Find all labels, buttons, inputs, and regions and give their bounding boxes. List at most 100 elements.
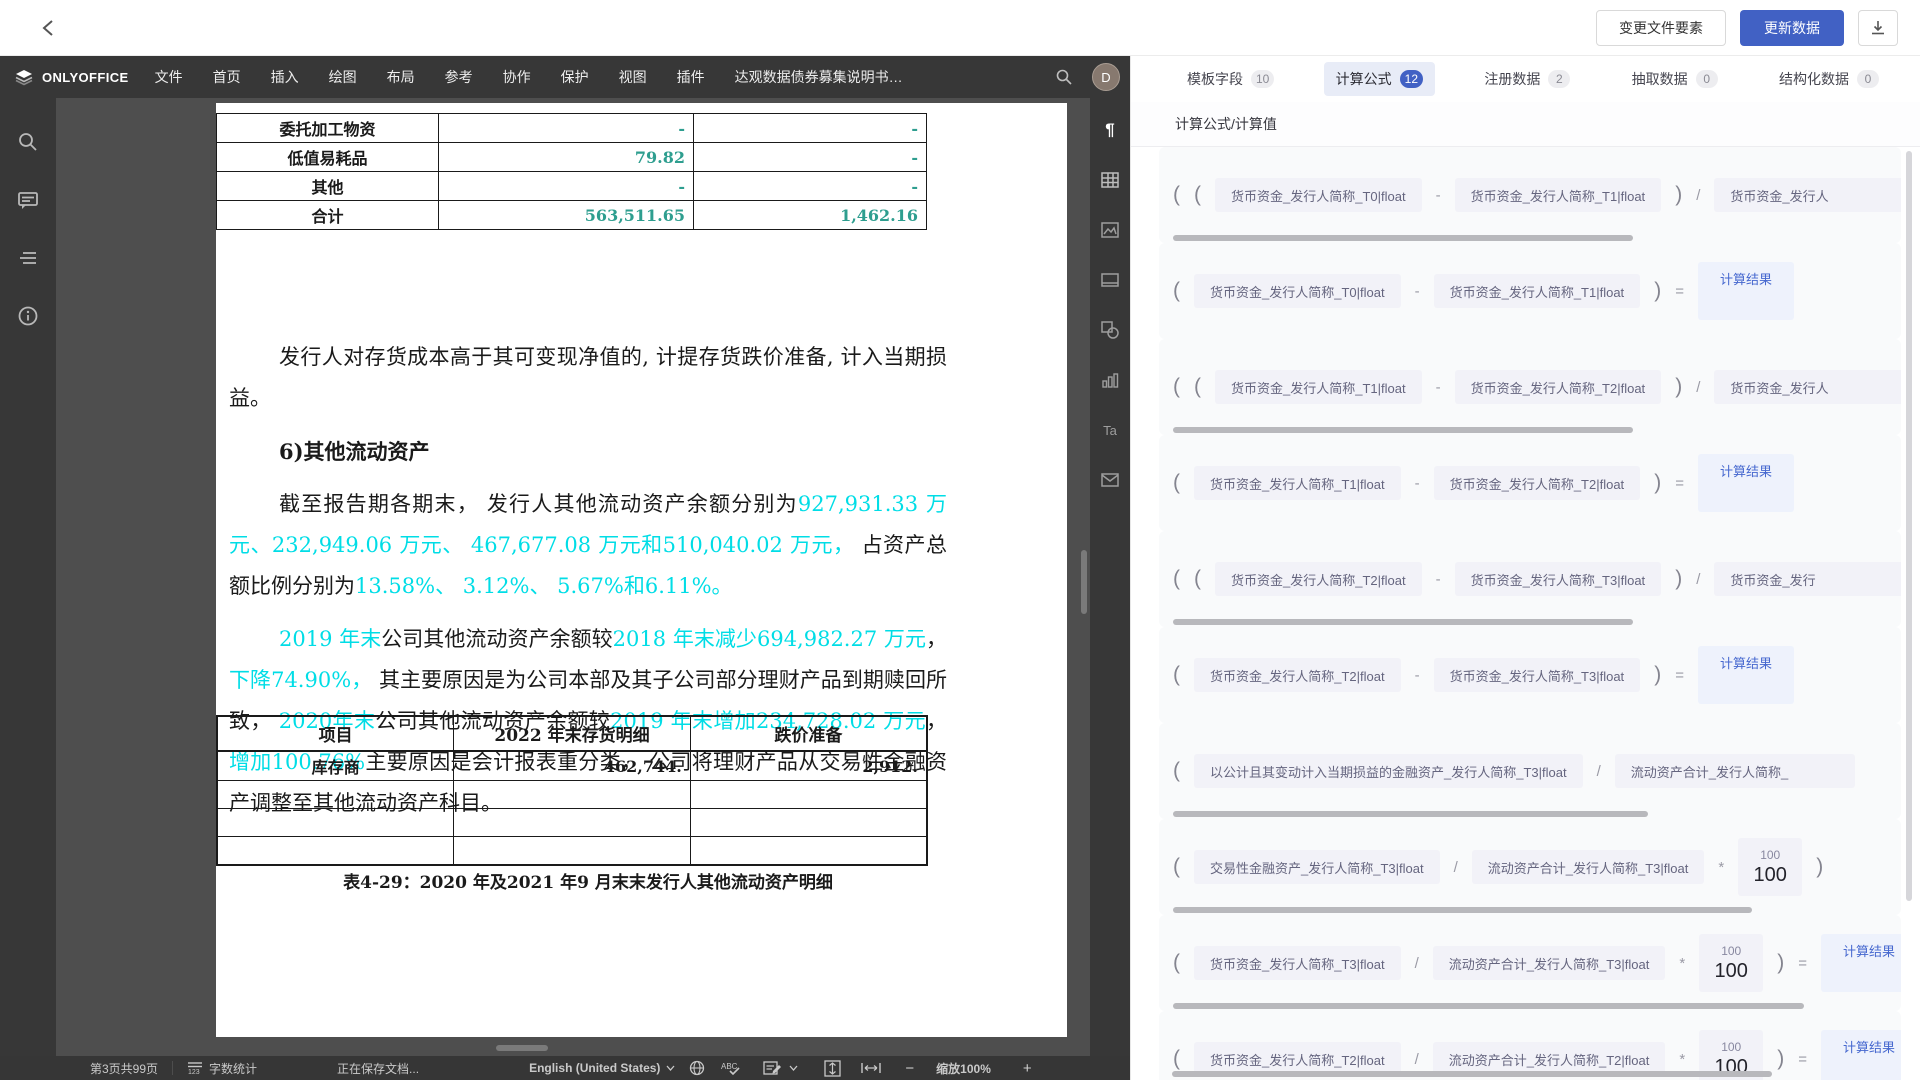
- calc-result-box[interactable]: 计算结果: [1698, 646, 1794, 704]
- field-token[interactable]: 货币资金_发行人简称_T0|float: [1215, 178, 1422, 212]
- field-token[interactable]: 货币资金_发行人简称_T0|float: [1194, 274, 1401, 308]
- menu-tab[interactable]: 绘图: [329, 67, 357, 87]
- field-token[interactable]: 流动资产合计_发行人简称_T3|float: [1433, 946, 1666, 980]
- panel-tab-抽取数据[interactable]: 抽取数据0: [1620, 62, 1730, 96]
- panel-vertical-scrollbar[interactable]: [1906, 151, 1912, 901]
- zoom-out-button[interactable]: −: [899, 1060, 920, 1077]
- formula-horizontal-scrollbar[interactable]: [1172, 1071, 1772, 1077]
- menu-tab[interactable]: 插件: [677, 67, 705, 87]
- field-token[interactable]: 货币资金_发行人简称_T1|float: [1455, 178, 1662, 212]
- calc-result-box[interactable]: 计算结果: [1698, 262, 1794, 320]
- comments-icon[interactable]: [16, 188, 40, 212]
- table-header-cell: 2022 年末存货明细: [454, 716, 691, 751]
- menu-tab[interactable]: 协作: [503, 67, 531, 87]
- saving-status: 正在保存文档...: [337, 1060, 419, 1077]
- table-cell: [217, 781, 454, 809]
- field-token[interactable]: 货币资金_发行人简称_T1|float: [1434, 274, 1641, 308]
- panel-tab-注册数据[interactable]: 注册数据2: [1472, 62, 1582, 96]
- row-horizontal-scrollbar[interactable]: [1173, 619, 1633, 625]
- paragraph-settings-icon[interactable]: ¶: [1098, 118, 1122, 142]
- change-file-elements-button[interactable]: 变更文件要素: [1596, 10, 1726, 46]
- back-button[interactable]: [30, 10, 66, 46]
- page-indicator[interactable]: 第3页共99页: [90, 1060, 158, 1077]
- panel-tab-结构化数据[interactable]: 结构化数据0: [1767, 62, 1891, 96]
- word-count[interactable]: 123 字数统计: [187, 1060, 257, 1077]
- field-token[interactable]: 货币资金_发行人简称_T1|float: [1194, 466, 1401, 500]
- field-token[interactable]: 货币资金_发行人简称_T2|float: [1455, 370, 1662, 404]
- table-settings-icon[interactable]: [1098, 168, 1122, 192]
- navigation-headings-icon[interactable]: [16, 246, 40, 270]
- menu-tab[interactable]: 达观数据债券募集说明书…: [735, 67, 903, 87]
- table-cell: 462,744.: [454, 751, 691, 781]
- field-token[interactable]: 货币资金_发行人简称_T3|float: [1194, 946, 1401, 980]
- field-token[interactable]: 流动资产合计_发行人简称_: [1615, 754, 1855, 788]
- header-footer-settings-icon[interactable]: [1098, 268, 1122, 292]
- calc-result-box[interactable]: 计算结果: [1698, 454, 1794, 512]
- panel-tab-模板字段[interactable]: 模板字段10: [1175, 62, 1286, 96]
- field-token[interactable]: 货币资金_发行人简称_T3|float: [1455, 562, 1662, 596]
- image-settings-icon[interactable]: [1098, 218, 1122, 242]
- about-info-icon[interactable]: [16, 304, 40, 328]
- spellcheck-icon: ABC: [721, 1061, 741, 1076]
- value-token[interactable]: 100100: [1699, 934, 1763, 992]
- field-token[interactable]: 货币资金_发行人: [1714, 178, 1901, 212]
- field-token[interactable]: 货币资金_发行: [1714, 562, 1901, 596]
- set-language-globe[interactable]: [689, 1060, 705, 1076]
- field-token[interactable]: 以公计且其变动计入当期损益的金融资产_发行人简称_T3|float: [1194, 754, 1583, 788]
- mailmerge-settings-icon[interactable]: [1098, 468, 1122, 492]
- row-horizontal-scrollbar[interactable]: [1173, 811, 1648, 817]
- menu-tab[interactable]: 保护: [561, 67, 589, 87]
- formula-row: (货币资金_发行人简称_T0|float-货币资金_发行人简称_T1|float…: [1159, 243, 1901, 339]
- shape-settings-icon[interactable]: [1098, 318, 1122, 342]
- menu-tab[interactable]: 插入: [271, 67, 299, 87]
- row-horizontal-scrollbar[interactable]: [1173, 427, 1633, 433]
- row-horizontal-scrollbar[interactable]: [1173, 235, 1633, 241]
- update-data-button[interactable]: 更新数据: [1740, 10, 1844, 46]
- row-horizontal-scrollbar[interactable]: [1173, 907, 1752, 913]
- menu-tab[interactable]: 布局: [387, 67, 415, 87]
- calc-result-box[interactable]: 计算结果: [1821, 934, 1901, 992]
- table-row: 低值易耗品79.82-: [217, 143, 927, 172]
- highlighted-text: 下降74.90%，: [229, 668, 372, 692]
- textart-settings-icon[interactable]: Ta: [1098, 418, 1122, 442]
- formula-row: ((货币资金_发行人简称_T2|float-货币资金_发行人简称_T3|floa…: [1159, 531, 1901, 627]
- parenthesis: ): [1777, 951, 1784, 975]
- fit-width-button[interactable]: [861, 1062, 881, 1074]
- panel-tab-计算公式[interactable]: 计算公式12: [1324, 62, 1435, 96]
- fit-page-button[interactable]: [824, 1060, 841, 1077]
- menu-bar: ONLYOFFICE 文件首页插入绘图布局参考协作保护视图插件达观数据债券募集说…: [0, 56, 1130, 98]
- document-horizontal-scrollbar[interactable]: [56, 1044, 1090, 1052]
- calc-result-box[interactable]: 计算结果: [1821, 1030, 1901, 1080]
- table-row: [217, 837, 927, 865]
- menu-tab[interactable]: 视图: [619, 67, 647, 87]
- field-token[interactable]: 货币资金_发行人简称_T2|float: [1434, 466, 1641, 500]
- search-icon[interactable]: [16, 130, 40, 154]
- field-token[interactable]: 货币资金_发行人简称_T2|float: [1194, 658, 1401, 692]
- user-avatar[interactable]: D: [1092, 63, 1120, 91]
- menu-tab[interactable]: 参考: [445, 67, 473, 87]
- row-horizontal-scrollbar[interactable]: [1173, 1003, 1804, 1009]
- field-token[interactable]: 货币资金_发行人简称_T3|float: [1434, 658, 1641, 692]
- menubar-search-icon[interactable]: [1052, 65, 1076, 89]
- field-token[interactable]: 货币资金_发行人: [1714, 370, 1901, 404]
- spellcheck-toggle[interactable]: ABC: [721, 1061, 741, 1076]
- document-vertical-scrollbar[interactable]: [1080, 98, 1088, 1056]
- parenthesis: (: [1173, 663, 1180, 687]
- field-token[interactable]: 交易性金融资产_发行人简称_T3|float: [1194, 850, 1440, 884]
- download-button[interactable]: [1858, 10, 1898, 46]
- value-token[interactable]: 100100: [1738, 838, 1802, 896]
- chart-settings-icon[interactable]: [1098, 368, 1122, 392]
- field-token[interactable]: 货币资金_发行人简称_T2|float: [1215, 562, 1422, 596]
- word-count-icon: 123: [187, 1061, 203, 1075]
- zoom-in-button[interactable]: +: [1017, 1060, 1038, 1077]
- document-page[interactable]: 委托加工物资--低值易耗品79.82-其他--合计563,511.651,462…: [216, 103, 1067, 1037]
- menu-tab[interactable]: 文件: [155, 67, 183, 87]
- field-token[interactable]: 货币资金_发行人简称_T1|float: [1215, 370, 1422, 404]
- track-changes-toggle[interactable]: [763, 1060, 798, 1076]
- field-token[interactable]: 流动资产合计_发行人简称_T3|float: [1472, 850, 1705, 884]
- language-selector[interactable]: English (United States): [529, 1061, 675, 1075]
- value-label: 100: [1721, 1039, 1741, 1055]
- operator: =: [1675, 283, 1684, 300]
- panel-tab-label: 抽取数据: [1632, 69, 1688, 89]
- menu-tab[interactable]: 首页: [213, 67, 241, 87]
